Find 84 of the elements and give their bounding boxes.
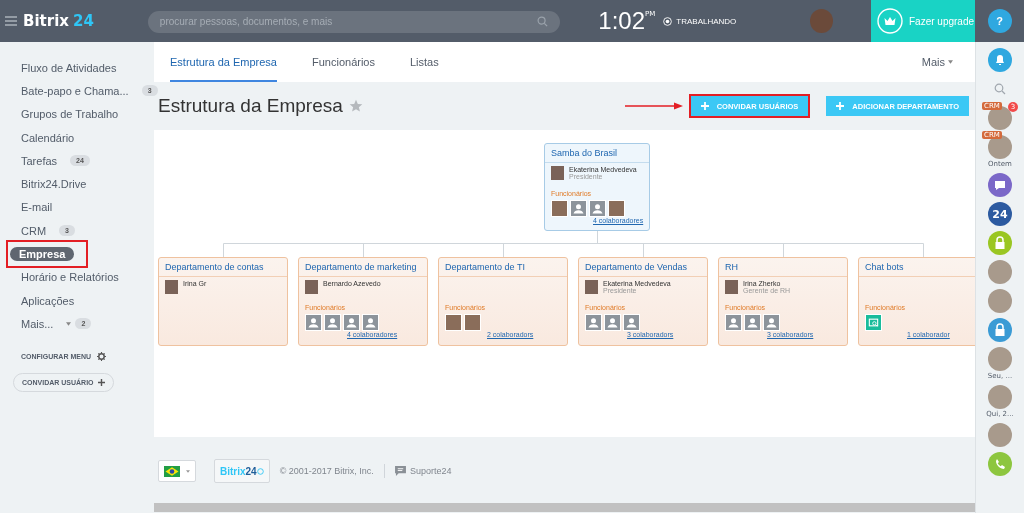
sidebar-item[interactable]: E-mail [12, 200, 62, 215]
person-icon[interactable] [570, 200, 587, 217]
person-icon[interactable] [324, 314, 341, 331]
footer-logo[interactable]: Bitrix24 [214, 459, 270, 483]
sidebar-item[interactable]: Fluxo de Atividades [12, 60, 126, 75]
lock-icon[interactable] [988, 318, 1012, 342]
search-icon[interactable] [994, 83, 1006, 95]
sidebar-item[interactable]: Mais... [12, 316, 63, 331]
search-icon [537, 15, 549, 27]
department-title[interactable]: Departamento de TI [439, 258, 567, 277]
sidebar-item[interactable]: Aplicações [12, 293, 84, 308]
person-icon[interactable] [343, 314, 360, 331]
department-title[interactable]: Samba do Brasil [545, 144, 649, 163]
photo-placeholder [585, 280, 598, 294]
sidebar-item[interactable]: Bitrix24.Drive [12, 177, 96, 192]
logo-text: Bitrix [23, 12, 69, 30]
registered-icon [256, 467, 264, 475]
sidebar-item[interactable]: Empresa [10, 247, 75, 261]
more-menu[interactable]: Mais [921, 42, 953, 82]
photo-placeholder[interactable] [445, 314, 462, 331]
department-title[interactable]: RH [719, 258, 847, 277]
avatar-photo[interactable] [988, 423, 1012, 447]
logo-badge[interactable]: 24 [988, 202, 1012, 226]
record-icon [663, 16, 673, 26]
sidebar-item[interactable]: CRM [12, 223, 56, 238]
support-link[interactable]: Suporte24 [409, 466, 452, 476]
person-icon[interactable] [585, 314, 602, 331]
logo-number: 24 [72, 12, 94, 30]
caret-icon [186, 469, 190, 473]
tab[interactable]: Estrutura da Empresa [170, 42, 277, 82]
tab[interactable]: Funcionários [312, 42, 375, 82]
menu-icon[interactable] [5, 16, 17, 26]
person-icon[interactable] [763, 314, 780, 331]
copyright-text: © 2001-2017 Bitrix, Inc. [279, 466, 374, 476]
language-selector[interactable] [158, 460, 196, 482]
chat-icon [394, 466, 406, 476]
person-icon[interactable] [623, 314, 640, 331]
avatar-photo[interactable] [988, 260, 1012, 284]
scrollbar[interactable] [154, 503, 975, 512]
sidebar-item[interactable]: Calendário [12, 130, 84, 145]
department-title[interactable]: Departamento de contas [159, 258, 287, 277]
person-icon[interactable] [725, 314, 742, 331]
sidebar-item[interactable]: Horário e Relatórios [12, 270, 128, 285]
photo-placeholder [725, 280, 738, 294]
crown-icon [877, 8, 903, 34]
person-icon[interactable] [362, 314, 379, 331]
star-icon[interactable] [348, 99, 363, 113]
flag-icon [164, 465, 180, 477]
bell-icon[interactable] [988, 48, 1012, 72]
photo-placeholder [305, 280, 318, 294]
clock-time: 1:02 [598, 7, 646, 35]
work-status[interactable]: TRABALHANDO [676, 16, 737, 26]
annotation-arrow [624, 102, 683, 110]
gear-icon [97, 351, 106, 361]
page-title: Estrutura da Empresa [158, 95, 343, 117]
plus-icon [836, 102, 845, 110]
photo-placeholder[interactable] [464, 314, 481, 331]
photo-placeholder[interactable] [551, 200, 568, 217]
sidebar-item[interactable]: Tarefas [12, 153, 67, 168]
photo-placeholder [551, 166, 564, 180]
photo-placeholder [165, 280, 178, 294]
phone-icon[interactable] [988, 452, 1012, 476]
plus-icon [700, 102, 709, 110]
plus-icon [97, 378, 105, 386]
photo-placeholder[interactable] [608, 200, 625, 217]
sidebar-item[interactable]: Bate-papo e Chama... [12, 83, 138, 98]
person-icon[interactable] [744, 314, 761, 331]
person-icon[interactable] [604, 314, 621, 331]
person-icon[interactable] [305, 314, 322, 331]
avatar-photo[interactable] [988, 135, 1012, 159]
avatar-photo[interactable] [988, 347, 1012, 371]
bot-icon[interactable] [865, 314, 882, 331]
person-icon[interactable] [589, 200, 606, 217]
department-title[interactable]: Chat bots [859, 258, 975, 277]
lock-icon[interactable] [988, 231, 1012, 255]
chat-bubble-icon[interactable] [988, 173, 1012, 197]
caret-icon [948, 60, 953, 64]
avatar-photo[interactable] [988, 106, 1012, 130]
department-title[interactable]: Departamento de Vendas [579, 258, 707, 277]
avatar-photo[interactable] [988, 289, 1012, 313]
department-title[interactable]: Departamento de marketing [299, 258, 427, 277]
avatar-photo[interactable] [988, 385, 1012, 409]
tab[interactable]: Listas [410, 42, 439, 82]
sidebar-item[interactable]: Grupos de Trabalho [12, 107, 128, 122]
